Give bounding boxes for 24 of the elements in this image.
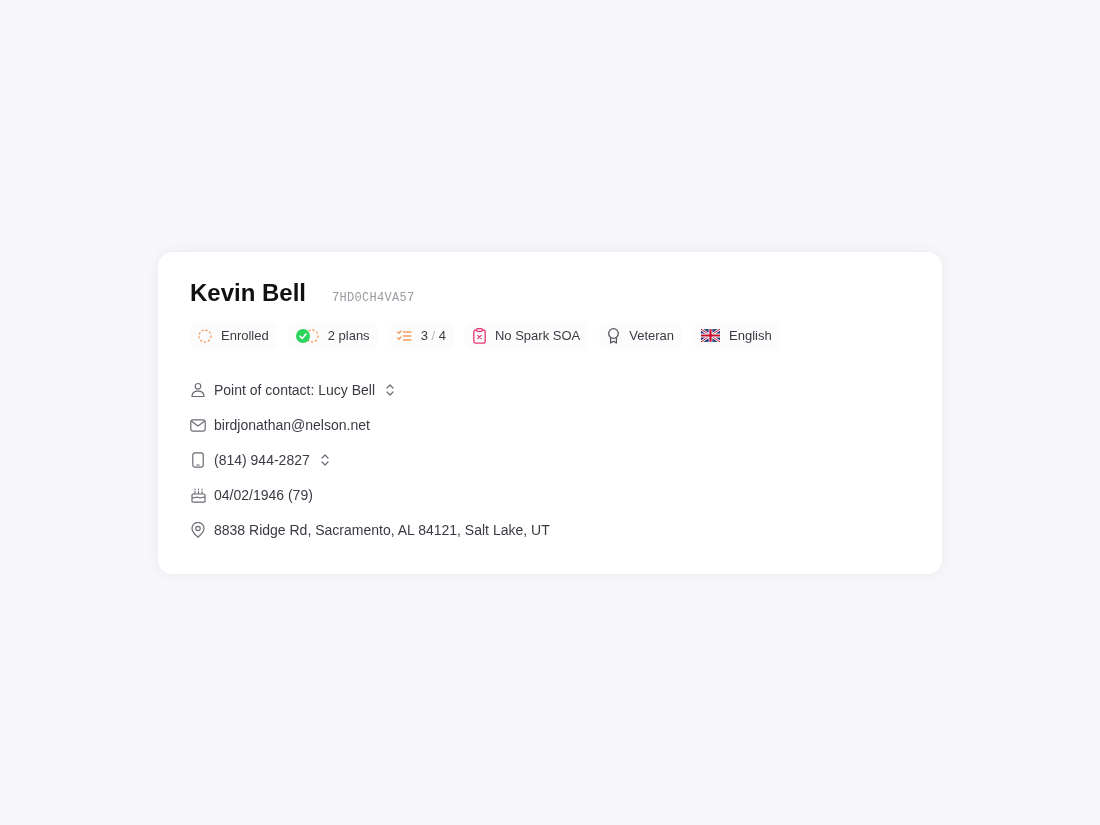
envelope-icon xyxy=(190,418,206,432)
detail-text: 04/02/1946 (79) xyxy=(214,487,313,503)
person-name: Kevin Bell xyxy=(190,277,307,308)
detail-text: 8838 Ridge Rd, Sacramento, AL 84121, Salt Lake, UT xyxy=(214,522,550,538)
uk-flag-icon xyxy=(701,329,721,342)
person-icon xyxy=(190,382,206,398)
badge-label: Enrolled xyxy=(221,328,269,343)
id-code: 7HD0CH4VA57 xyxy=(332,290,415,305)
detail-text: Point of contact: Lucy Bell xyxy=(214,382,376,398)
phone-icon xyxy=(192,452,204,468)
badge-label: English xyxy=(729,328,772,343)
check-and-ring-icon xyxy=(295,328,319,343)
award-ribbon-icon xyxy=(607,327,621,344)
detail-text: (814) 944-2827 xyxy=(214,452,310,468)
dashed-ring-icon xyxy=(198,328,212,343)
badge-label: Veteran xyxy=(629,328,675,343)
badge-label: 2 plans xyxy=(327,328,370,343)
progress-count: 3 / 4 xyxy=(420,328,446,343)
cake-icon xyxy=(190,487,206,503)
checklist-icon xyxy=(396,329,412,342)
badge-label: No Spark SOA xyxy=(494,328,581,343)
detail-text: birdjonathan@nelson.net xyxy=(214,417,370,433)
clipboard-x-icon xyxy=(472,327,486,344)
map-pin-icon xyxy=(191,522,205,538)
